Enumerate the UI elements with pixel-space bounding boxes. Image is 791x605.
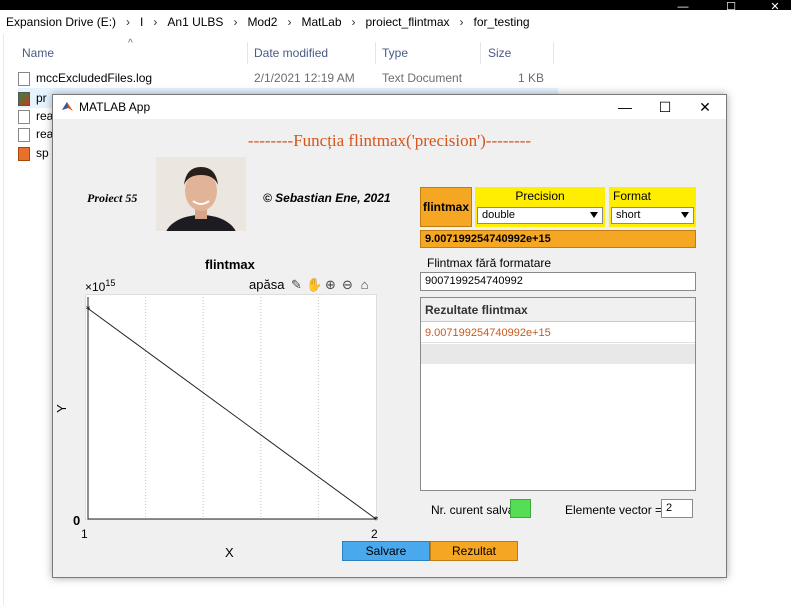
column-header-date[interactable]: Date modified (254, 42, 328, 64)
breadcrumb-item[interactable]: Mod2 (247, 15, 277, 29)
matlab-logo-icon (62, 102, 73, 111)
y-axis-label: Y (53, 404, 69, 413)
zoom-out-icon[interactable]: ⊖ (340, 277, 355, 293)
file-name: pr (36, 91, 47, 105)
unformatted-field[interactable]: 9007199254740992 (420, 272, 696, 291)
plot-axes[interactable]: * * (85, 294, 379, 526)
plot-title: flintmax (205, 257, 255, 272)
home-icon[interactable]: ⌂ (357, 277, 372, 293)
file-type: Text Document (382, 71, 463, 85)
navigation-pane-edge (0, 34, 4, 605)
dropdown-arrow-icon (681, 212, 689, 218)
results-table-row[interactable] (421, 344, 695, 364)
breadcrumb-item[interactable]: proiect_flintmax (366, 15, 450, 29)
image-file-icon (18, 146, 30, 161)
elemente-vector-field[interactable]: 2 (661, 499, 693, 518)
breadcrumb-item[interactable]: I (140, 15, 143, 29)
column-divider[interactable] (247, 42, 248, 64)
column-divider[interactable] (553, 42, 554, 64)
data-point-marker: * (374, 515, 379, 521)
breadcrumb-separator: › (287, 15, 292, 29)
x-tick-label: 1 (81, 527, 88, 541)
precision-label: Precision (515, 189, 565, 203)
line-chart: ** (86, 297, 379, 526)
breadcrumb-separator: › (351, 15, 356, 29)
breadcrumb-separator: › (459, 15, 464, 29)
column-divider[interactable] (375, 42, 376, 64)
file-name: rea (36, 109, 54, 123)
breadcrumb-separator: › (126, 15, 131, 29)
column-header-name[interactable]: Name (22, 42, 54, 64)
matlab-exe-icon (18, 91, 30, 106)
flintmax-button[interactable]: flintmax (420, 187, 472, 227)
precision-panel: Precision double (475, 187, 605, 227)
project-label: Proiect 55 (87, 191, 138, 205)
format-panel: Format short (609, 187, 696, 227)
copyright-label: © Sebastian Ene, 2021 (263, 191, 391, 205)
minimize-button[interactable]: — (605, 95, 645, 119)
pan-hand-icon[interactable]: ✋ (306, 277, 322, 293)
breadcrumb-item[interactable]: An1 ULBS (167, 15, 223, 29)
file-name: sp (36, 146, 49, 160)
x-axis-label: X (225, 545, 234, 560)
series-line (87, 308, 377, 520)
author-photo (156, 157, 246, 231)
precision-value: double (482, 209, 516, 221)
text-file-icon (18, 109, 30, 124)
elemente-vector-label: Elemente vector = (565, 503, 663, 517)
precision-dropdown[interactable]: double (477, 207, 603, 224)
app-title-bar: MATLAB App — ☐ ✕ (53, 95, 726, 119)
brush-icon[interactable]: ✎ (289, 277, 304, 293)
axes-toolbar: ✎ ✋ ⊕ ⊖ ⌂ (289, 277, 372, 295)
exponent-label: ×1015 (85, 278, 115, 294)
text-file-icon (18, 127, 30, 142)
file-name: mccExcludedFiles.log (36, 71, 153, 85)
matlab-app-window: MATLAB App — ☐ ✕ --------Funcția flintma… (52, 94, 727, 578)
breadcrumb-item[interactable]: MatLab (301, 15, 341, 29)
format-value: short (616, 209, 641, 221)
breadcrumb-separator: › (153, 15, 158, 29)
result-button[interactable]: Rezultat (430, 541, 518, 561)
exponent-power: 15 (105, 278, 116, 288)
close-button[interactable]: ✕ (685, 95, 725, 119)
column-header-type[interactable]: Type (382, 42, 408, 64)
file-name: rea (36, 127, 54, 141)
app-heading: --------Funcția flintmax('precision')---… (247, 131, 532, 150)
nr-curent-field[interactable]: 1 (510, 499, 531, 518)
column-divider[interactable] (480, 42, 481, 64)
x-tick-label: 2 (371, 527, 378, 541)
breadcrumb: Expansion Drive (E:) › I › An1 ULBS › Mo… (0, 10, 791, 34)
zoom-in-icon[interactable]: ⊕ (323, 277, 338, 293)
results-table-header: Rezultate flintmax (421, 298, 695, 322)
axes-toolbar-text: apăsa (249, 277, 285, 292)
save-button[interactable]: Salvare (342, 541, 430, 561)
results-table[interactable]: Rezultate flintmax 9.007199254740992e+15 (420, 297, 696, 491)
file-row[interactable]: mccExcludedFiles.log 2/1/2021 12:19 AM T… (18, 68, 558, 88)
data-point-marker: * (86, 305, 91, 316)
axis-lines (87, 297, 376, 520)
breadcrumb-separator: › (233, 15, 238, 29)
exponent-base: ×10 (85, 280, 106, 294)
file-date: 2/1/2021 12:19 AM (254, 71, 355, 85)
breadcrumb-item[interactable]: for_testing (474, 15, 530, 29)
column-header-size[interactable]: Size (488, 42, 511, 64)
result-display: 9.007199254740992e+15 (420, 230, 696, 248)
sort-chevron-up-icon: ^ (128, 38, 133, 49)
breadcrumb-item[interactable]: Expansion Drive (E:) (6, 15, 116, 29)
file-size: 1 KB (518, 71, 545, 85)
nr-curent-label: Nr. curent salvat (431, 503, 518, 517)
y-tick-label: 0 (73, 513, 81, 528)
format-dropdown[interactable]: short (611, 207, 694, 224)
dropdown-arrow-icon (590, 212, 598, 218)
results-table-row[interactable]: 9.007199254740992e+15 (421, 323, 695, 343)
format-label: Format (613, 189, 652, 203)
unformatted-label: Flintmax fără formatare (427, 256, 552, 270)
maximize-button[interactable]: ☐ (645, 95, 685, 119)
app-title: MATLAB App (79, 100, 151, 114)
text-file-icon (18, 71, 30, 86)
